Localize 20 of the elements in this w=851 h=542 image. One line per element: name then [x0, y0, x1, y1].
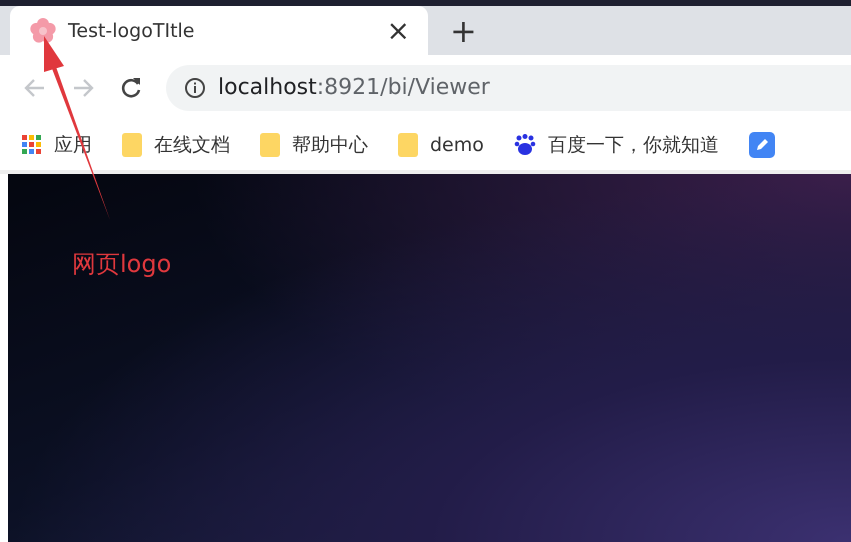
- apps-grid-icon: [22, 135, 42, 155]
- flower-icon: [30, 18, 56, 44]
- bookmark[interactable]: 在线文档: [122, 132, 230, 158]
- bookmark[interactable]: 帮助中心: [260, 132, 368, 158]
- address-bar[interactable]: localhost:8921/bi/Viewer: [166, 64, 851, 110]
- tab-title: Test-logoTItle: [68, 20, 196, 42]
- info-icon: [184, 76, 206, 98]
- bookmark[interactable]: demo: [398, 133, 484, 157]
- folder-icon: [398, 133, 418, 157]
- pencil-app-icon[interactable]: [748, 132, 775, 158]
- url-host: localhost: [218, 75, 317, 100]
- paw-icon: [514, 134, 536, 156]
- bookmark[interactable]: 百度一下，你就知道: [514, 132, 719, 158]
- close-tab-button[interactable]: ×: [382, 14, 414, 47]
- annotation-label: 网页logo: [72, 249, 172, 280]
- browser-tab[interactable]: Test-logoTItle ×: [10, 6, 428, 55]
- new-tab-button[interactable]: +: [428, 6, 499, 55]
- url-path: :8921/bi/Viewer: [316, 75, 490, 100]
- folder-icon: [122, 133, 142, 157]
- folder-icon: [260, 133, 280, 157]
